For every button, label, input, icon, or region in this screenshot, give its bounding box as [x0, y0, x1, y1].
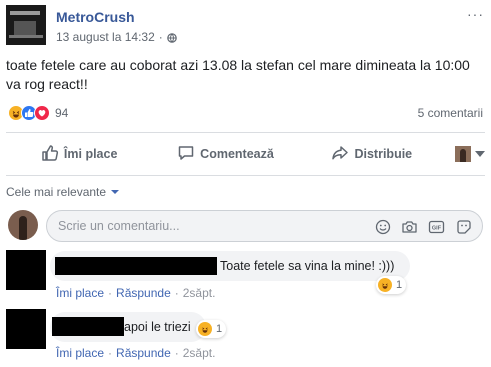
divider	[6, 132, 485, 133]
commenter-avatar[interactable]	[6, 309, 46, 349]
like-label: Îmi place	[63, 147, 118, 161]
comment-actions: Îmi place · Răspunde · 2săpt.	[56, 286, 215, 300]
like-icon	[41, 144, 59, 165]
comment-count-link[interactable]: 5 comentarii	[418, 106, 483, 120]
sticker-icon[interactable]	[455, 218, 472, 235]
post-text-line-2: va rog react!!	[6, 76, 88, 92]
post-text-line-1: toate fetele care au coborat azi 13.08 l…	[6, 57, 470, 73]
svg-text:GIF: GIF	[432, 225, 442, 231]
post-text: toate fetele care au coborat azi 13.08 l…	[6, 56, 484, 94]
comment-reply-link[interactable]: Răspunde	[116, 346, 171, 360]
comment-text: Toate fetele sa vina la mine! :)))	[220, 259, 395, 273]
divider	[6, 175, 485, 176]
comment-bubble: Toate fetele sa vina la mine! :)))	[50, 251, 410, 281]
page-avatar[interactable]	[6, 5, 46, 45]
actor-selector[interactable]	[445, 146, 485, 162]
comment-bubble: apoi le triezi	[50, 312, 206, 342]
comment-reply-link[interactable]: Răspunde	[116, 286, 171, 300]
composer-tools: GIF	[374, 218, 472, 235]
comment-icon	[177, 144, 195, 165]
gif-icon[interactable]: GIF	[428, 218, 445, 235]
separator: ·	[174, 286, 179, 300]
post-meta: 13 august la 14:32 ·	[56, 30, 177, 44]
haha-reaction-icon	[378, 278, 392, 292]
globe-icon	[166, 32, 177, 43]
post-timestamp[interactable]: 13 august la 14:32	[56, 30, 155, 44]
post-header: MetroCrush 13 august la 14:32 · ···	[6, 5, 483, 45]
comment-reaction[interactable]: 1	[196, 320, 227, 338]
comment-time[interactable]: 2săpt.	[183, 286, 216, 300]
comment-text: apoi le triezi	[124, 320, 191, 334]
comment-reaction-count: 1	[396, 279, 403, 291]
meta-separator: ·	[158, 30, 163, 44]
share-button[interactable]: Distribuie	[299, 138, 445, 170]
chevron-down-icon	[111, 190, 120, 194]
comment-like-link[interactable]: Îmi place	[56, 346, 104, 360]
redacted-name	[52, 317, 124, 336]
share-label: Distribuie	[354, 147, 413, 161]
page-name-link[interactable]: MetroCrush	[56, 9, 135, 25]
separator: ·	[108, 346, 113, 360]
comment-sort-dropdown[interactable]: Cele mai relevante	[6, 185, 120, 199]
comment-reaction[interactable]: 1	[376, 276, 407, 294]
comment-reaction-count: 1	[216, 323, 223, 335]
comment-time[interactable]: 2săpt.	[183, 346, 216, 360]
separator: ·	[108, 286, 113, 300]
user-avatar[interactable]	[8, 210, 38, 240]
comment-sort-label: Cele mai relevante	[6, 185, 107, 199]
separator: ·	[174, 346, 179, 360]
camera-icon[interactable]	[401, 218, 418, 235]
commenter-avatar[interactable]	[6, 250, 46, 290]
actor-avatar	[454, 146, 471, 162]
share-icon	[331, 144, 349, 165]
comment-composer[interactable]: Scrie un comentariu... GIF	[46, 210, 483, 242]
haha-reaction-icon	[198, 322, 212, 336]
redacted-name	[55, 257, 217, 275]
like-button[interactable]: Îmi place	[6, 138, 152, 170]
comment-label: Comentează	[200, 147, 274, 161]
chevron-down-icon	[474, 151, 485, 157]
emoji-icon[interactable]	[374, 218, 391, 235]
reaction-count[interactable]: 94	[55, 106, 68, 120]
post-actions: Îmi place Comentează Distribuie	[6, 136, 485, 172]
comment-like-link[interactable]: Îmi place	[56, 286, 104, 300]
comment-input[interactable]: Scrie un comentariu...	[58, 219, 180, 233]
comment-button[interactable]: Comentează	[152, 138, 298, 170]
reaction-summary[interactable]: 94	[8, 104, 68, 122]
more-icon[interactable]: ···	[467, 7, 483, 23]
comment-actions: Îmi place · Răspunde · 2săpt.	[56, 346, 215, 360]
love-reaction-icon	[34, 105, 50, 121]
